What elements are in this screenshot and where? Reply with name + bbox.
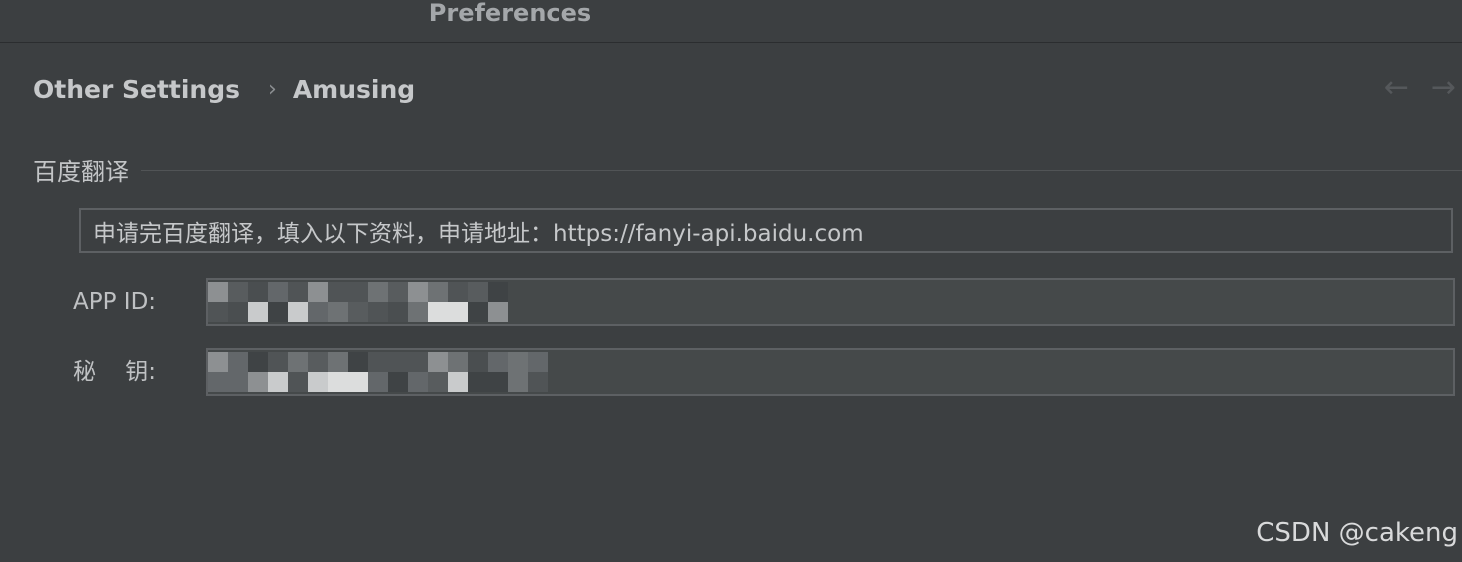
- mosaic-block: [388, 352, 408, 372]
- section-header: 百度翻译: [33, 152, 1462, 186]
- mosaic-block: [408, 302, 428, 322]
- secret-key-input[interactable]: [206, 348, 1455, 396]
- window-title: Preferences: [428, 0, 592, 27]
- mosaic-block: [228, 282, 248, 302]
- mosaic-block: [328, 302, 348, 322]
- info-text-field[interactable]: 申请完百度翻译，填入以下资料，申请地址：https://fanyi-api.ba…: [79, 208, 1453, 253]
- breadcrumb-parent[interactable]: Other Settings: [33, 75, 240, 104]
- arrow-left-icon[interactable]: ←: [1384, 72, 1409, 104]
- mosaic-block: [428, 352, 448, 372]
- mosaic-block: [528, 352, 548, 372]
- mosaic-block: [248, 302, 268, 322]
- mosaic-block: [248, 352, 268, 372]
- app-id-row: APP ID:: [0, 278, 1462, 326]
- mosaic-block: [368, 282, 388, 302]
- mosaic-block: [408, 282, 428, 302]
- mosaic-block: [368, 302, 388, 322]
- mosaic-block: [428, 302, 448, 322]
- mosaic-block: [488, 352, 508, 372]
- mosaic-block: [248, 282, 268, 302]
- mosaic-block: [208, 282, 228, 302]
- arrow-right-icon[interactable]: →: [1431, 72, 1456, 104]
- section-title: 百度翻译: [33, 157, 129, 186]
- mosaic-block: [228, 302, 248, 322]
- mosaic-block: [408, 372, 428, 392]
- mosaic-block: [468, 352, 488, 372]
- mosaic-block: [348, 352, 368, 372]
- mosaic-block: [348, 302, 368, 322]
- mosaic-block: [468, 302, 488, 322]
- mosaic-block: [468, 372, 488, 392]
- breadcrumb-current: Amusing: [292, 74, 416, 104]
- mosaic-block: [268, 302, 288, 322]
- mosaic-block: [368, 352, 388, 372]
- mosaic-block: [208, 302, 228, 322]
- breadcrumb: Other Settings › Amusing: [33, 72, 415, 106]
- mosaic-block: [428, 372, 448, 392]
- mosaic-block: [448, 282, 468, 302]
- secret-key-label: 秘 钥:: [73, 359, 156, 385]
- mosaic-block: [428, 282, 448, 302]
- mosaic-block: [208, 352, 228, 372]
- mosaic-block: [288, 372, 308, 392]
- mosaic-block: [388, 372, 408, 392]
- mosaic-block: [528, 372, 548, 392]
- secret-key-row: 秘 钥:: [0, 348, 1462, 396]
- mosaic-block: [268, 372, 288, 392]
- mosaic-block: [228, 352, 248, 372]
- mosaic-block: [348, 372, 368, 392]
- mosaic-block: [488, 302, 508, 322]
- nav-arrows: ← →: [1384, 72, 1456, 104]
- mosaic-block: [388, 282, 408, 302]
- app-id-input[interactable]: [206, 278, 1455, 326]
- mosaic-block: [448, 352, 468, 372]
- mosaic-block: [308, 282, 328, 302]
- mosaic-block: [408, 352, 428, 372]
- mosaic-block: [308, 352, 328, 372]
- mosaic-block: [308, 302, 328, 322]
- mosaic-block: [448, 372, 468, 392]
- mosaic-block: [268, 282, 288, 302]
- mosaic-block: [208, 372, 228, 392]
- mosaic-block: [288, 302, 308, 322]
- mosaic-block: [328, 352, 348, 372]
- mosaic-block: [468, 282, 488, 302]
- mosaic-block: [388, 302, 408, 322]
- mosaic-block: [308, 372, 328, 392]
- mosaic-block: [488, 372, 508, 392]
- mosaic-block: [268, 352, 288, 372]
- mosaic-block: [368, 372, 388, 392]
- mosaic-block: [248, 372, 268, 392]
- mosaic-block: [508, 352, 528, 372]
- watermark: CSDN @cakeng: [1256, 518, 1458, 548]
- title-divider: [0, 42, 1462, 43]
- mosaic-block: [328, 372, 348, 392]
- mosaic-block: [228, 372, 248, 392]
- mosaic-block: [288, 282, 308, 302]
- mosaic-block: [288, 352, 308, 372]
- mosaic-block: [508, 372, 528, 392]
- mosaic-block: [348, 282, 368, 302]
- mosaic-block: [488, 282, 508, 302]
- app-id-label: APP ID:: [73, 289, 157, 315]
- breadcrumb-separator-icon: ›: [268, 76, 277, 102]
- section-divider: [141, 169, 1462, 171]
- mosaic-block: [328, 282, 348, 302]
- mosaic-block: [448, 302, 468, 322]
